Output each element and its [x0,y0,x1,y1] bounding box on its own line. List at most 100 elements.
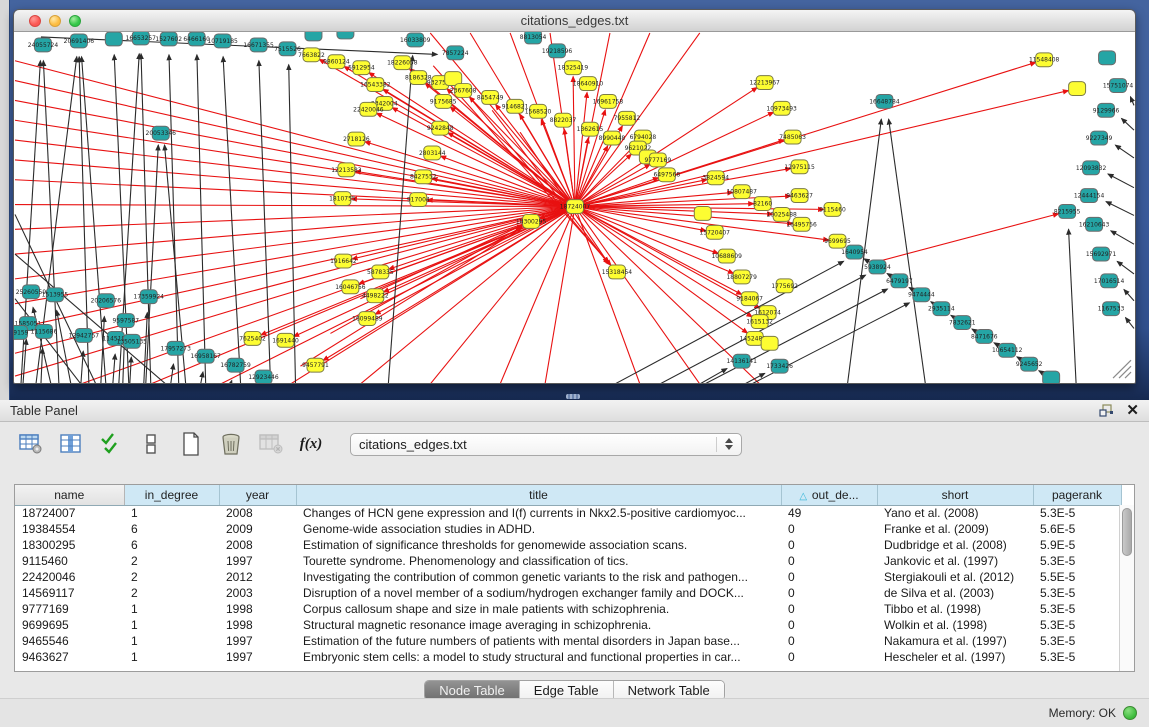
table-cell[interactable]: 1 [124,505,219,521]
network-node[interactable]: 16210643 [1079,217,1110,231]
table-row[interactable]: 911546021997Tourette syndrome. Phenomeno… [15,553,1121,569]
table-cell[interactable]: 2 [124,569,219,585]
network-node[interactable]: 12942757 [69,328,100,342]
network-node[interactable]: 3824594 [702,171,729,185]
network-node[interactable]: 1775692 [771,279,798,293]
network-node[interactable] [761,336,778,350]
column-header-title[interactable]: title [296,485,781,505]
network-node[interactable]: 10688609 [712,249,743,263]
table-cell[interactable]: 1 [124,617,219,633]
table-row[interactable]: 1938455462009Genome-wide association stu… [15,521,1121,537]
network-node[interactable]: 1527602 [155,32,182,46]
column-header-name[interactable]: name [15,485,124,505]
table-selector-dropdown[interactable]: citations_edges.txt [350,433,742,456]
select-rows-button[interactable] [96,429,126,459]
table-cell[interactable]: 5.3E-5 [1033,601,1121,617]
table-cell[interactable]: 9465546 [15,633,124,649]
table-cell[interactable]: 5.9E-5 [1033,537,1121,553]
table-row[interactable]: 969969511998Structural magnetic resonanc… [15,617,1121,633]
tab-network-table[interactable]: Network Table [614,681,724,700]
network-node[interactable]: 1167533 [1098,302,1125,316]
network-node[interactable]: 8822037 [550,113,577,127]
network-node[interactable]: 18325419 [558,61,589,75]
table-cell[interactable]: 0 [781,633,877,649]
tab-edge-table[interactable]: Edge Table [520,681,614,700]
network-node[interactable] [337,32,354,39]
network-node[interactable]: 9597587 [112,314,139,328]
network-node[interactable]: 10654112 [992,343,1023,357]
table-cell[interactable]: 5.3E-5 [1033,649,1121,665]
network-node[interactable]: 15751074 [1103,79,1134,93]
network-node[interactable]: 5912954 [348,61,375,75]
table-row[interactable]: 1872400712008Changes of HCN gene express… [15,505,1121,521]
table-cell[interactable]: Dudbridge et al. (2008) [877,537,1033,553]
table-cell[interactable]: 0 [781,521,877,537]
network-node[interactable]: 16033809 [400,33,431,47]
network-node[interactable]: 10807487 [726,185,757,199]
network-node[interactable]: 20691406 [64,34,95,48]
network-node[interactable] [1099,51,1116,65]
table-cell[interactable]: 19384554 [15,521,124,537]
network-node[interactable]: 12975115 [784,160,815,174]
table-cell[interactable]: 2012 [219,569,296,585]
table-cell[interactable]: 1997 [219,633,296,649]
network-node[interactable]: 16543382 [360,78,391,92]
table-cell[interactable]: 9115460 [15,553,124,569]
table-cell[interactable]: Hescheler et al. (1997) [877,649,1033,665]
table-cell[interactable]: 6 [124,521,219,537]
table-cell[interactable]: 0 [781,617,877,633]
network-node[interactable]: 917004 [407,193,430,207]
table-cell[interactable]: Nakamura et al. (1997) [877,633,1033,649]
network-node[interactable] [105,32,122,46]
network-node[interactable]: 7955812 [614,111,641,125]
network-node[interactable]: 9463627 [786,189,813,203]
network-node[interactable] [1043,371,1060,383]
table-cell[interactable]: 2009 [219,521,296,537]
table-row[interactable]: 1830029562008Estimation of significance … [15,537,1121,553]
table-cell[interactable]: 1 [124,649,219,665]
network-node[interactable]: 8215955 [1054,205,1081,219]
network-node[interactable]: 7832621 [949,316,976,330]
table-cell[interactable]: Estimation of significance thresholds fo… [296,537,781,553]
network-node[interactable]: 16099489 [352,312,383,326]
row-height-button[interactable] [136,429,166,459]
table-cell[interactable]: 6 [124,537,219,553]
table-cell[interactable]: 9699695 [15,617,124,633]
network-node[interactable]: 6479197 [886,274,913,288]
network-node[interactable]: 15720407 [700,225,731,239]
tab-node-table[interactable]: Node Table [425,681,520,700]
table-cell[interactable]: 1997 [219,649,296,665]
network-node[interactable]: 9227349 [1086,131,1113,145]
network-node[interactable]: 9129966 [1093,103,1120,117]
table-row[interactable]: 977716911998Corpus callosum shape and si… [15,601,1121,617]
network-node[interactable]: 16653257 [126,32,157,45]
network-node[interactable]: 12444154 [1074,189,1105,203]
table-cell[interactable]: Genome-wide association studies in ADHD. [296,521,781,537]
network-node[interactable]: 1362615 [577,122,604,136]
network-node[interactable]: 1810755 [329,192,356,206]
network-node[interactable]: 12213967 [749,76,780,90]
table-cell[interactable]: 1998 [219,601,296,617]
memory-ok-indicator[interactable] [1123,706,1137,720]
table-scrollbar[interactable] [1119,505,1134,671]
network-node[interactable]: 8471676 [971,329,998,343]
network-node[interactable]: 16495756 [786,217,817,231]
table-cell[interactable]: 9463627 [15,649,124,665]
network-node[interactable]: 2935114 [928,302,955,316]
network-node[interactable] [305,32,322,41]
network-node[interactable]: 4498222 [362,289,389,303]
table-cell[interactable]: 1 [124,601,219,617]
network-node[interactable]: 15692971 [1086,247,1117,261]
column-header-pagerank[interactable]: pagerank [1033,485,1121,505]
table-cell[interactable]: Tourette syndrome. Phenomenology and cla… [296,553,781,569]
show-columns-button[interactable] [56,429,86,459]
column-header-in_degree[interactable]: in_degree [124,485,219,505]
import-table-button[interactable] [256,429,286,459]
network-node[interactable]: 20206576 [91,294,122,308]
table-settings-button[interactable] [16,429,46,459]
table-cell[interactable]: 5.5E-5 [1033,569,1121,585]
network-node[interactable]: 5878335 [367,265,394,279]
create-column-button[interactable] [176,429,206,459]
network-node[interactable]: 16671355 [243,38,274,52]
network-node[interactable]: 1733426 [766,359,793,373]
